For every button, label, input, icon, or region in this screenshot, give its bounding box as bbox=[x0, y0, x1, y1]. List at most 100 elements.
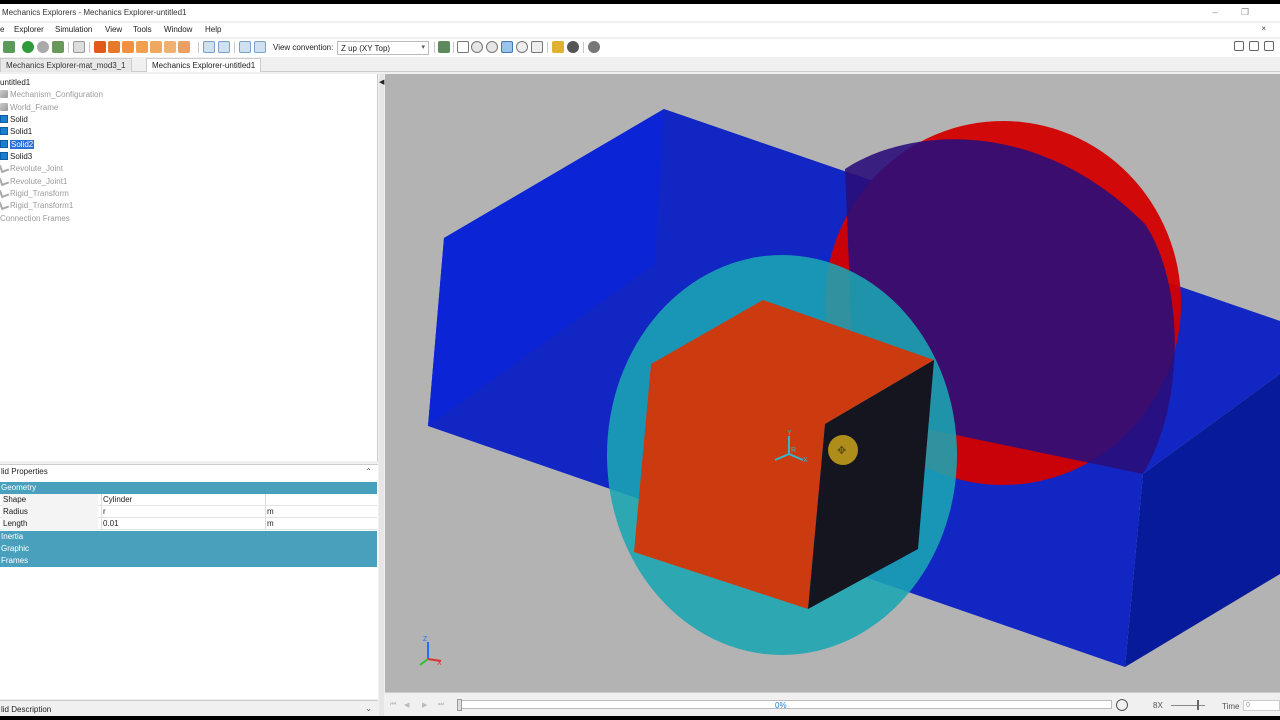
lighting-icon[interactable] bbox=[567, 41, 579, 53]
tab-mat-mod3[interactable]: Mechanics Explorer-mat_mod3_1 bbox=[0, 58, 132, 72]
view-top-icon[interactable] bbox=[150, 41, 162, 53]
menu-bar: e Explorer Simulation View Tools Window … bbox=[0, 23, 1280, 37]
joint-icon bbox=[0, 175, 10, 187]
speed-slider-thumb[interactable] bbox=[1197, 700, 1199, 710]
expand-down-icon[interactable]: ⌄ bbox=[365, 704, 372, 713]
fit-view-icon[interactable] bbox=[73, 41, 85, 53]
view-iso-icon[interactable] bbox=[178, 41, 190, 53]
skip-end-icon[interactable]: ⏭ bbox=[438, 701, 444, 709]
stop-icon[interactable] bbox=[37, 41, 49, 53]
tree-item-world-frame[interactable]: World_Frame bbox=[0, 101, 58, 113]
group-graphic[interactable]: Graphic bbox=[0, 543, 377, 555]
collapse-arrow-icon[interactable]: ◀ bbox=[379, 78, 384, 86]
tree-item-label: Rigid_Transform1 bbox=[10, 200, 74, 210]
run-icon[interactable] bbox=[22, 41, 34, 53]
gears-icon bbox=[0, 90, 8, 98]
layout-quad-icon[interactable] bbox=[254, 41, 266, 53]
playback-speed-label: 8X bbox=[1153, 701, 1163, 710]
view-convention-select[interactable]: Z up (XY Top) ▾ bbox=[337, 41, 429, 55]
chevron-down-icon: ▾ bbox=[421, 44, 425, 51]
view-front-icon[interactable] bbox=[94, 41, 106, 53]
close-document-icon[interactable]: × bbox=[1261, 24, 1266, 33]
zoom-icon[interactable] bbox=[516, 41, 528, 53]
solid-icon bbox=[0, 140, 8, 148]
roll-icon[interactable] bbox=[486, 41, 498, 53]
length-unit[interactable]: m bbox=[265, 518, 377, 530]
panel-splitter[interactable]: ◀ bbox=[379, 74, 384, 716]
view-left-icon[interactable] bbox=[122, 41, 134, 53]
playback-speed-icon[interactable] bbox=[1116, 699, 1128, 711]
menu-simulation[interactable]: Simulation bbox=[55, 25, 92, 34]
radius-field[interactable]: r bbox=[101, 506, 264, 518]
tree-item-solid3[interactable]: Solid3 bbox=[0, 150, 32, 162]
properties-header: lid Properties ⌃ bbox=[0, 467, 378, 479]
tree-item-mechanism-configuration[interactable]: Mechanism_Configuration bbox=[0, 88, 103, 100]
triad-r-label: R bbox=[791, 447, 796, 454]
scene-graphic: Y R X ✥ Z X bbox=[419, 109, 1280, 667]
play-icon[interactable]: ▶ bbox=[422, 701, 427, 709]
world-frame-triad: Z X bbox=[419, 636, 442, 667]
group-inertia[interactable]: Inertia bbox=[0, 531, 377, 543]
property-unit bbox=[265, 494, 377, 506]
properties-title: lid Properties bbox=[1, 467, 48, 476]
view-right-icon[interactable] bbox=[136, 41, 148, 53]
layout-rows-icon[interactable] bbox=[1264, 41, 1274, 51]
rotate-icon[interactable] bbox=[471, 41, 483, 53]
playback-slider-thumb[interactable] bbox=[457, 699, 462, 711]
layout-split-icon[interactable] bbox=[218, 41, 230, 53]
tree-item-rigid-transform[interactable]: Rigid_Transform bbox=[0, 187, 69, 199]
build-icon[interactable] bbox=[3, 41, 15, 53]
menu-view[interactable]: View bbox=[105, 25, 122, 34]
layout-single-icon[interactable] bbox=[203, 41, 215, 53]
record-icon[interactable] bbox=[52, 41, 64, 53]
title-bar: Mechanics Explorers - Mechanics Explorer… bbox=[0, 4, 1280, 21]
camera-icon[interactable] bbox=[438, 41, 450, 53]
tree-item-connection-frames[interactable]: Connection Frames bbox=[0, 212, 70, 224]
tree-root-label: untitled1 bbox=[0, 77, 31, 87]
layout-columns-icon[interactable] bbox=[1249, 41, 1259, 51]
menu-file[interactable]: e bbox=[0, 25, 4, 34]
tree-item-solid[interactable]: Solid bbox=[0, 113, 28, 125]
view-convention-label: View convention: bbox=[273, 43, 334, 52]
tree-item-solid1[interactable]: Solid1 bbox=[0, 125, 32, 137]
menu-explorer[interactable]: Explorer bbox=[14, 25, 44, 34]
tree-item-solid2[interactable]: Solid2 bbox=[0, 138, 35, 150]
tree-item-label: Solid3 bbox=[10, 151, 33, 161]
view-back-icon[interactable] bbox=[108, 41, 120, 53]
tree-root[interactable]: untitled1 bbox=[0, 76, 30, 88]
time-field[interactable]: 0 bbox=[1243, 700, 1280, 711]
menu-help[interactable]: Help bbox=[205, 25, 221, 34]
layout-panel-icon[interactable] bbox=[1234, 41, 1244, 51]
skip-start-icon[interactable]: ⏮ bbox=[390, 701, 396, 709]
group-frames[interactable]: Frames bbox=[0, 555, 377, 567]
radius-unit[interactable]: m bbox=[265, 506, 377, 518]
description-label: lid Description bbox=[1, 705, 52, 714]
length-field[interactable]: 0.01 bbox=[101, 518, 264, 530]
menu-tools[interactable]: Tools bbox=[133, 25, 152, 34]
step-back-icon[interactable]: ◀ bbox=[404, 701, 409, 709]
restore-icon[interactable]: ❐ bbox=[1238, 6, 1252, 18]
view-bottom-icon[interactable] bbox=[164, 41, 176, 53]
zoom-box-icon[interactable] bbox=[531, 41, 543, 53]
layout-grid-icon[interactable] bbox=[239, 41, 251, 53]
minimize-icon[interactable]: – bbox=[1208, 6, 1222, 18]
speed-slider[interactable] bbox=[1171, 705, 1205, 706]
shape-select[interactable]: Cylinder bbox=[101, 494, 264, 506]
pan-icon[interactable] bbox=[501, 41, 513, 53]
group-geometry[interactable]: Geometry bbox=[0, 482, 377, 494]
pan-cursor-icon: ✥ bbox=[828, 435, 858, 465]
collapse-up-icon[interactable]: ⌃ bbox=[365, 467, 372, 476]
3d-viewport[interactable]: Y R X ✥ Z X bbox=[385, 74, 1280, 692]
menu-window[interactable]: Window bbox=[164, 25, 192, 34]
frames-icon[interactable] bbox=[552, 41, 564, 53]
tree-item-rigid-transform1[interactable]: Rigid_Transform1 bbox=[0, 199, 73, 211]
tree-item-revolute-joint1[interactable]: Revolute_Joint1 bbox=[0, 175, 67, 187]
tree-item-revolute-joint[interactable]: Revolute_Joint bbox=[0, 162, 63, 174]
model-tree: untitled1 Mechanism_Configuration World_… bbox=[0, 74, 378, 461]
settings-icon[interactable] bbox=[588, 41, 600, 53]
view-convention-value: Z up (XY Top) bbox=[341, 44, 391, 53]
world-z-label: Z bbox=[423, 636, 428, 643]
property-row-radius: Radius r m bbox=[0, 506, 377, 518]
tab-untitled1[interactable]: Mechanics Explorer-untitled1 bbox=[146, 58, 262, 72]
select-cursor-icon[interactable] bbox=[457, 41, 469, 53]
